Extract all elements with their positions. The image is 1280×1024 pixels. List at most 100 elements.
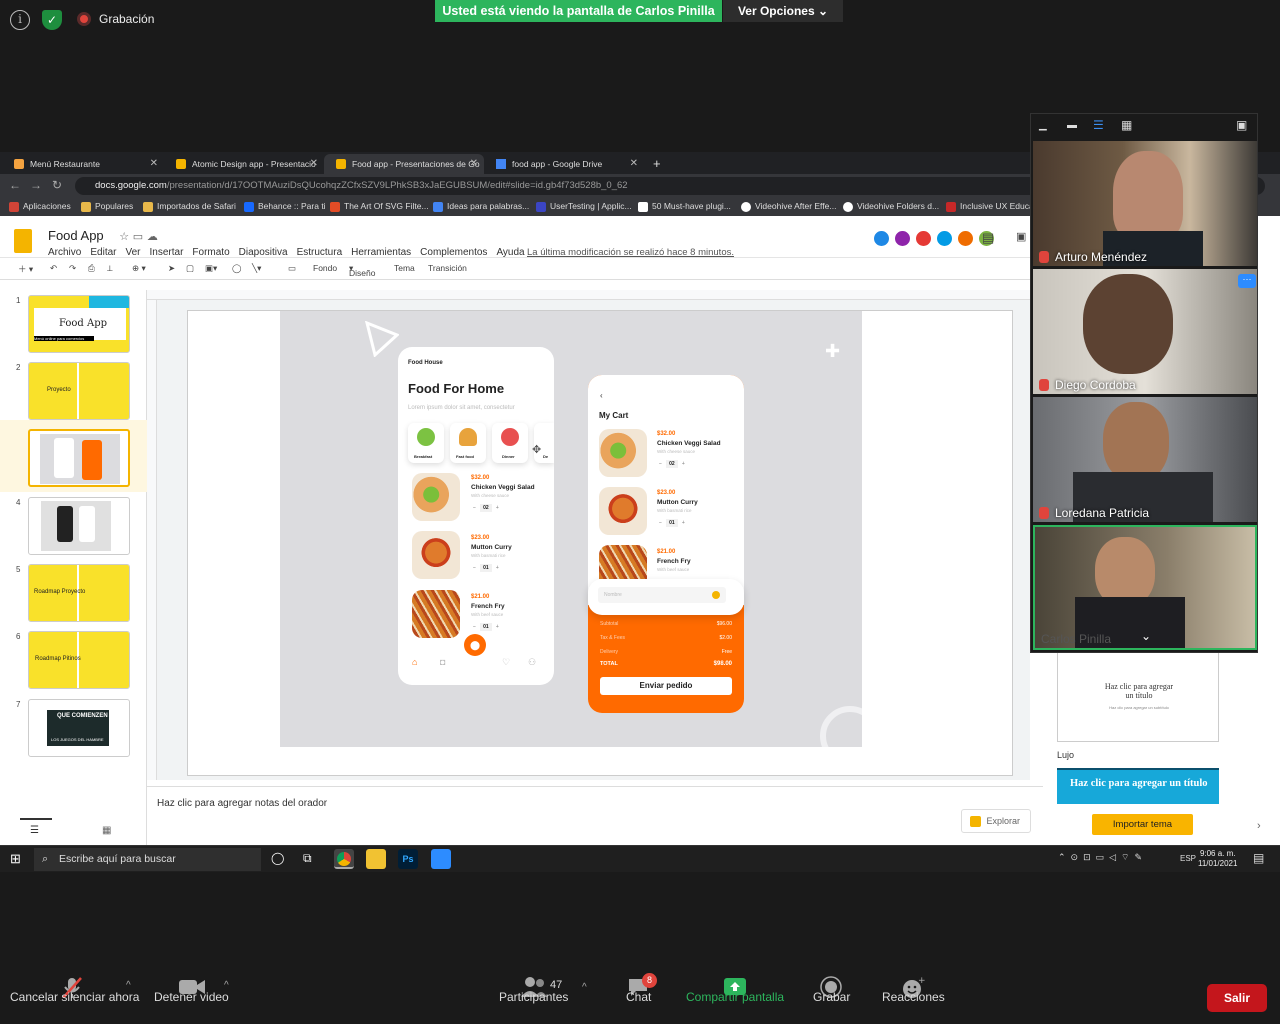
system-tray-icons[interactable]: ⌃⊙⊡▭◁⌔✎ [1058, 852, 1147, 863]
menu-archivo[interactable]: Archivo [48, 247, 81, 258]
category-card[interactable]: Breakfast [408, 423, 444, 463]
explorer-app-icon[interactable] [366, 849, 386, 869]
select-icon[interactable]: ➤ [168, 263, 175, 274]
bag-icon[interactable]: ◘ [440, 657, 445, 667]
menu-ver[interactable]: Ver [125, 247, 140, 258]
bookmark-item[interactable]: Ideas para palabras... [433, 201, 529, 212]
video-tile[interactable]: Loredana Patricia [1033, 397, 1257, 522]
menu-editar[interactable]: Editar [90, 247, 116, 258]
chat-button[interactable]: Chat [626, 990, 651, 1004]
slide-thumb-5[interactable]: Roadmap Proyecto [28, 564, 130, 622]
bookmark-item[interactable]: UserTesting | Applic... [536, 201, 632, 212]
notifications-icon[interactable]: ▤ [1253, 851, 1264, 865]
close-tab-icon[interactable]: ✕ [630, 154, 638, 174]
task-view-icon[interactable]: ⧉ [303, 851, 312, 866]
taskbar-search[interactable]: ⌕ Escribe aquí para buscar [34, 848, 261, 871]
speaker-view-icon[interactable]: ▬ [1067, 120, 1077, 131]
browser-tab[interactable]: Atomic Design app - Presentacio ✕ [164, 154, 324, 174]
line-icon[interactable]: ╲▾ [252, 263, 261, 274]
windows-start-icon[interactable]: ⊞ [10, 851, 21, 867]
send-order-button[interactable]: Enviar pedido [600, 677, 732, 695]
image-icon[interactable]: ▣▾ [205, 263, 217, 274]
new-slide-icon[interactable]: ＋ ▾ [18, 263, 33, 275]
layout-button[interactable]: Diseño ▾ [349, 263, 375, 278]
star-icon[interactable]: ☆ [119, 231, 129, 243]
photoshop-app-icon[interactable]: Ps [398, 849, 418, 869]
slide-thumb-6[interactable]: Roadmap Pitinos [28, 631, 130, 689]
speaker-notes[interactable]: Haz clic para agregar notas del orador E… [147, 786, 1043, 844]
browser-tab-active[interactable]: Food app - Presentaciones de Go ✕ [324, 154, 484, 174]
slide-thumb-7[interactable]: QUE COMIENZEN LOS JUEGOS DEL HAMBRE [28, 699, 130, 757]
view-options-button[interactable]: Ver Opciones ⌄ [723, 0, 843, 22]
gallery-view-icon[interactable]: ▦ [1121, 118, 1132, 132]
comments-icon[interactable]: ▤ [982, 230, 994, 246]
record-button[interactable]: Grabar [813, 990, 850, 1004]
shape-icon[interactable]: ◯ [232, 263, 242, 274]
transition-button[interactable]: Transición [428, 263, 467, 273]
redo-icon[interactable]: ↷ [69, 263, 76, 274]
last-edit-link[interactable]: La última modificación se realizó hace 8… [527, 247, 734, 258]
avatar[interactable] [956, 229, 975, 248]
browser-tab[interactable]: Menú Restaurante ✕ [2, 154, 164, 174]
menu-ayuda[interactable]: Ayuda [496, 247, 524, 258]
bookmark-item[interactable]: 50 Must-have plugi... [638, 201, 731, 212]
chevron-up-icon[interactable]: ^ [582, 982, 587, 993]
paint-format-icon[interactable]: ⟂ [107, 263, 113, 274]
close-tab-icon[interactable]: ✕ [150, 154, 158, 174]
video-tile-active-speaker[interactable]: Carlos Pinilla ⌄ [1033, 525, 1257, 650]
home-icon[interactable]: ⌂ [412, 657, 417, 667]
cart-fab-icon[interactable]: ⬤ [464, 634, 486, 656]
more-options-button[interactable]: ··· [1238, 274, 1256, 288]
print-icon[interactable]: ⎙ [88, 263, 95, 274]
forward-icon[interactable]: → [30, 178, 42, 192]
menu-complementos[interactable]: Complementos [420, 247, 487, 258]
slide-thumb-4[interactable] [28, 497, 130, 555]
menu-diapositiva[interactable]: Diapositiva [239, 247, 288, 258]
quantity-stepper[interactable]: − 01 + [659, 519, 685, 527]
chevron-right-icon[interactable]: › [1257, 820, 1261, 832]
language-indicator[interactable]: ESP [1180, 854, 1196, 863]
video-tile[interactable]: Arturo Menéndez [1033, 141, 1257, 266]
shield-icon[interactable]: ✓ [42, 10, 62, 30]
quantity-stepper[interactable]: − 02 + [659, 460, 685, 468]
name-input[interactable]: Nombre [598, 587, 726, 603]
slide-design-image[interactable]: ✚ Food House Food For Home Lorem ipsum d… [280, 311, 862, 747]
pop-out-icon[interactable]: ▣ [1236, 118, 1247, 132]
leave-button[interactable]: Salir [1207, 984, 1267, 1012]
reactions-button[interactable]: Reacciones [882, 990, 945, 1004]
cortana-icon[interactable]: ◯ [271, 851, 284, 865]
quantity-stepper[interactable]: − 02 + [473, 504, 499, 512]
close-tab-icon[interactable]: ✕ [310, 154, 318, 174]
quantity-stepper[interactable]: − 01 + [473, 623, 499, 631]
reload-icon[interactable]: ↻ [52, 178, 62, 192]
bookmark-item[interactable]: The Art Of SVG Filte... [330, 201, 429, 212]
background-button[interactable]: Fondo [313, 263, 337, 273]
mute-button[interactable]: Cancelar silenciar ahora [10, 990, 139, 1004]
menu-estructura[interactable]: Estructura [297, 247, 343, 258]
avatar[interactable] [935, 229, 954, 248]
bookmark-item[interactable]: Inclusive UX Educat [946, 201, 1036, 212]
heart-icon[interactable]: ♡ [502, 657, 510, 668]
close-tab-icon[interactable]: ✕ [470, 154, 478, 174]
quantity-stepper[interactable]: − 01 + [473, 564, 499, 572]
avatar[interactable] [914, 229, 933, 248]
chevron-down-icon[interactable]: ⌄ [1141, 629, 1151, 643]
stop-video-button[interactable]: Detener video [154, 990, 229, 1004]
doc-title[interactable]: Food App ☆ ▭ ☁ [48, 228, 158, 243]
explore-button[interactable]: Explorar [961, 809, 1031, 833]
avatar[interactable] [872, 229, 891, 248]
menu-herramientas[interactable]: Herramientas [351, 247, 411, 258]
menu-insertar[interactable]: Insertar [150, 247, 184, 258]
list-view-icon[interactable]: ☰ [30, 825, 39, 836]
slide-thumb-1[interactable]: Food App Menú online para comercios [28, 295, 130, 353]
back-icon[interactable]: ← [9, 178, 21, 192]
bookmark-item[interactable]: Importados de Safari [143, 201, 236, 212]
bookmark-item[interactable]: Videohive After Effe... [741, 201, 836, 212]
strip-view-icon[interactable]: ☰ [1093, 118, 1104, 132]
category-card[interactable]: Dinner [492, 423, 528, 463]
menu-formato[interactable]: Formato [192, 247, 229, 258]
minimize-icon[interactable]: ▁ [1039, 120, 1047, 131]
new-tab-button[interactable]: + [644, 154, 672, 174]
comment-add-icon[interactable]: ▭ [288, 263, 296, 274]
present-icon[interactable]: ▣ [1016, 230, 1026, 243]
